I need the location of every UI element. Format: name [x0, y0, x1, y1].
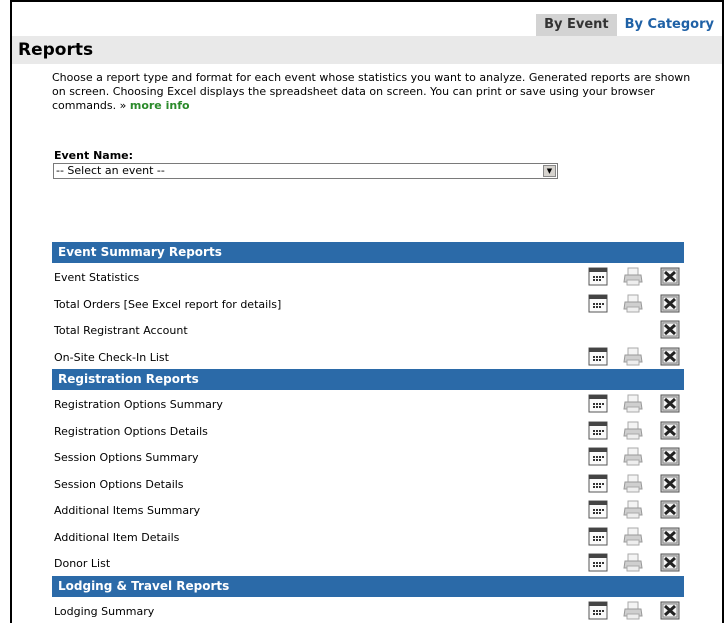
report-label: Registration Options Details [54, 424, 208, 438]
calendar-icon[interactable] [588, 446, 608, 466]
report-label: Event Statistics [54, 271, 140, 284]
report-row: Total Registrant Account [52, 316, 684, 343]
calendar-icon[interactable] [588, 346, 608, 366]
calendar-icon[interactable] [588, 499, 608, 519]
event-select-value: -- Select an event -- [56, 164, 165, 177]
report-label: Registration Options Summary [54, 398, 223, 411]
printer-icon[interactable] [623, 346, 643, 366]
event-select[interactable]: -- Select an event -- ▼ [53, 163, 558, 179]
report-format-icons [588, 346, 684, 366]
report-row: Additional Items Summary [52, 496, 684, 523]
calendar-icon[interactable] [588, 526, 608, 546]
excel-icon[interactable] [660, 266, 680, 286]
report-row: Session Options Summary [52, 443, 684, 470]
excel-icon[interactable] [660, 473, 680, 493]
report-label: Donor List [54, 557, 111, 570]
report-row: Lodging Summary [52, 597, 684, 623]
excel-icon[interactable] [660, 446, 680, 466]
calendar-icon[interactable] [588, 293, 608, 313]
report-format-icons [588, 552, 684, 572]
excel-icon[interactable] [660, 600, 680, 620]
report-row: Registration Options Details [52, 417, 684, 444]
intro-text: Choose a report type and format for each… [52, 71, 697, 113]
excel-icon[interactable] [660, 499, 680, 519]
printer-icon[interactable] [623, 420, 643, 440]
report-row: Donor List [52, 549, 684, 576]
page-title: Reports [18, 40, 94, 60]
report-format-icons [588, 293, 684, 313]
calendar-icon[interactable] [588, 600, 608, 620]
report-row: Total Orders [See Excel report for detai… [52, 290, 684, 317]
report-format-icons [588, 420, 684, 440]
report-format-icons [588, 446, 684, 466]
report-label: Session Options Summary [54, 451, 199, 464]
excel-icon[interactable] [660, 526, 680, 546]
printer-icon[interactable] [623, 552, 643, 572]
view-tabs: By Event By Category [536, 14, 722, 36]
printer-icon[interactable] [623, 526, 643, 546]
printer-icon[interactable] [623, 473, 643, 493]
report-label: Additional Items Summary [54, 504, 201, 517]
printer-icon[interactable] [623, 499, 643, 519]
report-label: Total Registrant Account [54, 324, 188, 337]
report-label: On-Site Check-In List [54, 350, 169, 364]
event-name-label: Event Name: [54, 149, 134, 162]
report-row: Registration Options Summary [52, 390, 684, 417]
report-format-icons [588, 526, 684, 546]
report-format-icons [588, 600, 684, 620]
excel-icon[interactable] [660, 346, 680, 366]
report-row: Session Options Details [52, 470, 684, 497]
excel-icon[interactable] [660, 393, 680, 413]
calendar-icon[interactable] [588, 552, 608, 572]
printer-icon[interactable] [623, 446, 643, 466]
excel-icon[interactable] [660, 552, 680, 572]
report-format-icons [588, 473, 684, 493]
calendar-icon[interactable] [588, 420, 608, 440]
calendar-icon[interactable] [588, 473, 608, 493]
title-bar: Reports [12, 36, 722, 64]
report-format-icons [588, 393, 684, 413]
report-row: Event Statistics [52, 263, 684, 290]
report-label: Session Options Details [54, 477, 184, 491]
printer-icon[interactable] [623, 293, 643, 313]
dropdown-arrow-icon[interactable]: ▼ [543, 165, 556, 177]
section-header: Event Summary Reports [52, 242, 684, 263]
section-header: Lodging & Travel Reports [52, 575, 684, 597]
tab-by-category[interactable]: By Category [617, 14, 722, 36]
calendar-icon[interactable] [588, 266, 608, 286]
report-row: On-Site Check-In List [52, 343, 684, 370]
report-format-icons [588, 319, 684, 339]
report-label: Additional Item Details [54, 530, 180, 544]
section-header: Registration Reports [52, 369, 684, 390]
report-format-icons [588, 499, 684, 519]
printer-icon[interactable] [623, 600, 643, 620]
excel-icon[interactable] [660, 319, 680, 339]
tab-by-event[interactable]: By Event [536, 14, 617, 36]
more-info-link[interactable]: more info [130, 99, 190, 112]
calendar-icon[interactable] [588, 393, 608, 413]
excel-icon[interactable] [660, 420, 680, 440]
report-list: Event Summary Reports Event Statistics Tot… [52, 242, 684, 623]
reports-panel: By Event By Category Reports Choose a re… [10, 0, 724, 623]
report-format-icons [588, 266, 684, 286]
printer-icon[interactable] [623, 266, 643, 286]
report-label: Lodging Summary [54, 604, 155, 618]
printer-icon[interactable] [623, 393, 643, 413]
report-label: Total Orders [See Excel report for detai… [54, 297, 282, 311]
report-row: Additional Item Details [52, 523, 684, 550]
excel-icon[interactable] [660, 293, 680, 313]
